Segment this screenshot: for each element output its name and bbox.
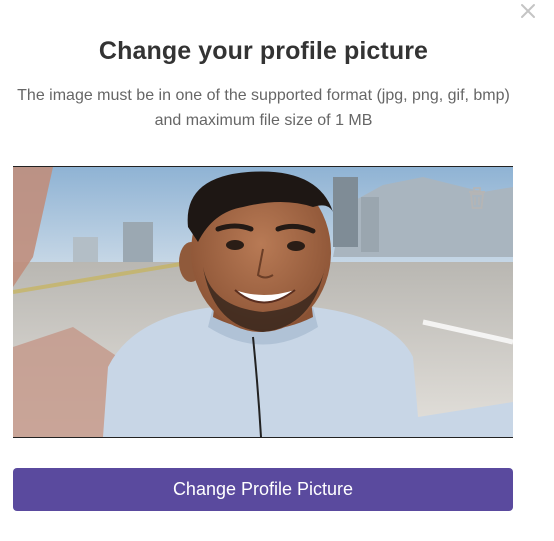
change-profile-picture-button[interactable]: Change Profile Picture (13, 468, 513, 511)
profile-photo-preview (13, 166, 513, 438)
delete-photo-button[interactable] (466, 186, 488, 210)
dialog-subtitle: The image must be in one of the supporte… (17, 87, 510, 129)
close-icon (521, 4, 535, 18)
dialog-title: Change your profile picture (98, 37, 429, 65)
close-button[interactable] (519, 2, 537, 20)
profile-picture-dialog: Change your profile picture The image mu… (0, 0, 554, 541)
trash-icon (469, 187, 485, 209)
